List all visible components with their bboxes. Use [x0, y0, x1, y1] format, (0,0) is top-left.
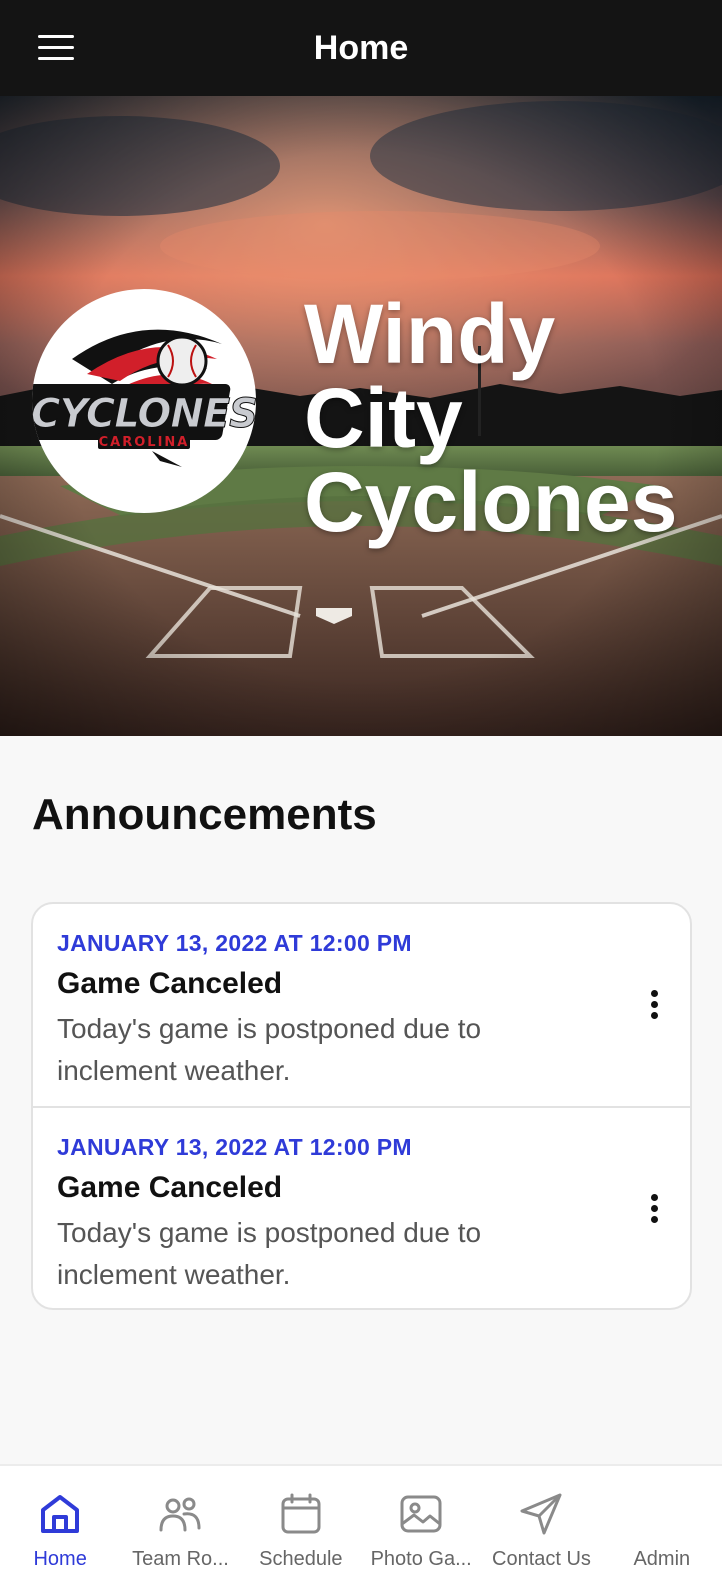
team-icon — [159, 1497, 201, 1532]
send-icon — [520, 1493, 562, 1535]
tab-label: Admin — [633, 1548, 691, 1570]
team-name: Windy City Cyclones — [304, 292, 678, 544]
team-logo: CYCLONES CAROLINA — [32, 289, 256, 513]
tab-label: Photo Ga... — [370, 1548, 472, 1570]
tab-label: Team Ro... — [132, 1548, 229, 1570]
tab-team-roster[interactable]: Team Ro... — [120, 1466, 240, 1592]
announcement-date: JANUARY 13, 2022 AT 12:00 PM — [57, 930, 412, 956]
hero-banner: CYCLONES CAROLINA Windy City Cyclones — [0, 96, 722, 736]
hamburger-menu-icon[interactable] — [26, 26, 86, 70]
photo-icon — [400, 1495, 442, 1533]
tab-label: Schedule — [259, 1548, 343, 1570]
calendar-icon — [281, 1493, 321, 1534]
announcement-body: Today's game is postponed due to incleme… — [57, 1217, 482, 1290]
tab-contact-us[interactable]: Contact Us — [481, 1466, 601, 1592]
team-name-line: Cyclones — [304, 455, 678, 549]
tab-label: Contact Us — [492, 1548, 591, 1570]
announcement-body: Today's game is postponed due to incleme… — [57, 1013, 482, 1086]
bottom-tab-bar: Home Team Ro... Schedule Photo Ga... Con… — [0, 1464, 722, 1592]
more-options-icon[interactable] — [636, 976, 672, 1032]
announcements-heading: Announcements — [32, 790, 377, 839]
tab-schedule[interactable]: Schedule — [241, 1466, 361, 1592]
home-icon — [41, 1495, 80, 1533]
announcement-item[interactable]: JANUARY 13, 2022 AT 12:00 PM Game Cancel… — [33, 904, 690, 1106]
more-options-icon[interactable] — [636, 1180, 672, 1236]
announcement-date: JANUARY 13, 2022 AT 12:00 PM — [57, 1134, 412, 1160]
team-name-line: Windy — [304, 287, 556, 381]
team-name-line: City — [304, 371, 463, 465]
announcement-title: Game Canceled — [57, 967, 283, 1000]
tab-label: Home — [33, 1548, 87, 1570]
announcements-list: JANUARY 13, 2022 AT 12:00 PM Game Cancel… — [31, 902, 692, 1310]
page-title: Home — [313, 29, 409, 67]
tab-admin[interactable]: Admin — [602, 1466, 722, 1592]
tab-photo-gallery[interactable]: Photo Ga... — [361, 1466, 481, 1592]
logo-wordmark: CYCLONES — [32, 391, 256, 437]
top-app-bar: Home — [0, 0, 722, 96]
announcement-item[interactable]: JANUARY 13, 2022 AT 12:00 PM Game Cancel… — [33, 1106, 690, 1308]
svg-text:CAROLINA: CAROLINA — [99, 435, 190, 450]
announcement-title: Game Canceled — [57, 1171, 283, 1204]
tab-home[interactable]: Home — [0, 1466, 120, 1592]
